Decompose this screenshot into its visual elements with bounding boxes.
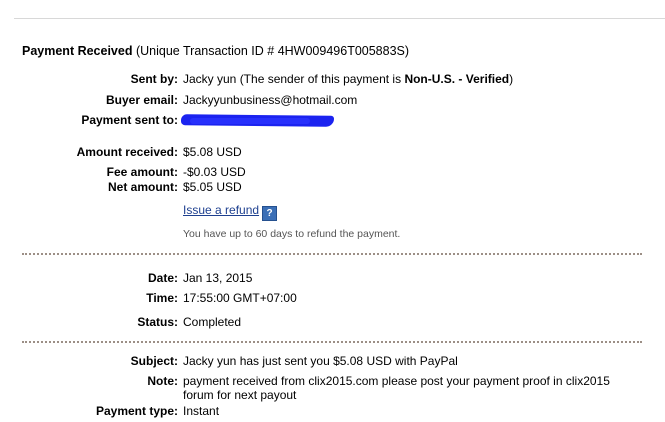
fee-amount-row: Fee amount: -$0.03 USD [0, 165, 665, 181]
redaction-scribble-overlay [190, 118, 310, 124]
status-label: Status: [137, 315, 178, 329]
payment-header: Payment Received (Unique Transaction ID … [22, 44, 409, 58]
note-value: payment received from clix2015.com pleas… [183, 374, 610, 402]
date-value: Jan 13, 2015 [183, 271, 253, 285]
subject-row: Subject: Jacky yun has just sent you $5.… [0, 354, 665, 370]
time-row: Time: 17:55:00 GMT+07:00 [0, 291, 665, 307]
amount-received-row: Amount received: $5.08 USD [0, 145, 665, 161]
amount-received-label: Amount received: [76, 145, 178, 159]
status-row: Status: Completed [0, 315, 665, 331]
net-amount-row: Net amount: $5.05 USD [0, 180, 665, 196]
help-icon[interactable]: ? [262, 206, 278, 221]
subject-value: Jacky yun has just sent you $5.08 USD wi… [183, 354, 458, 368]
subject-label: Subject: [130, 354, 178, 368]
payment-sent-to-label: Payment sent to: [81, 113, 178, 127]
payment-type-row: Payment type: Instant [0, 404, 665, 420]
sent-by-value: Jacky yun (The sender of this payment is… [183, 72, 513, 86]
time-label: Time: [146, 291, 178, 305]
section-divider [22, 341, 642, 343]
issue-refund-link[interactable]: Issue a refund [183, 203, 259, 217]
date-row: Date: Jan 13, 2015 [0, 271, 665, 287]
sent-by-row: Sent by: Jacky yun (The sender of this p… [0, 72, 665, 88]
buyer-email-value: Jackyyunbusiness@hotmail.com [183, 93, 358, 107]
refund-container: Issue a refund? [183, 203, 278, 221]
sender-name: Jacky yun (The sender of this payment is [183, 72, 405, 86]
status-value: Completed [183, 315, 242, 329]
sender-close-paren: ) [509, 72, 514, 86]
payment-type-label: Payment type: [95, 404, 178, 418]
section-divider [22, 253, 642, 255]
date-label: Date: [147, 271, 178, 285]
sender-verification-status: Non-U.S. - Verified [404, 72, 510, 86]
header-title: Payment Received [22, 44, 133, 58]
note-row: Note: payment received from clix2015.com… [0, 374, 665, 402]
sent-by-label: Sent by: [130, 72, 178, 86]
payment-type-value: Instant [183, 404, 220, 418]
fee-amount-value: -$0.03 USD [183, 165, 246, 179]
amount-received-value: $5.08 USD [183, 145, 242, 159]
buyer-email-label: Buyer email: [105, 93, 178, 107]
buyer-email-row: Buyer email: Jackyyunbusiness@hotmail.co… [0, 93, 665, 109]
transaction-id: (Unique Transaction ID # 4HW009496T00588… [135, 44, 410, 58]
net-amount-label: Net amount: [108, 180, 178, 194]
refund-note: You have up to 60 days to refund the pay… [183, 228, 401, 240]
net-amount-value: $5.05 USD [183, 180, 242, 194]
refund-row: Issue a refund? [0, 203, 665, 221]
top-border [14, 18, 665, 19]
time-value: 17:55:00 GMT+07:00 [183, 291, 297, 305]
fee-amount-label: Fee amount: [106, 165, 178, 179]
note-label: Note: [147, 374, 178, 388]
